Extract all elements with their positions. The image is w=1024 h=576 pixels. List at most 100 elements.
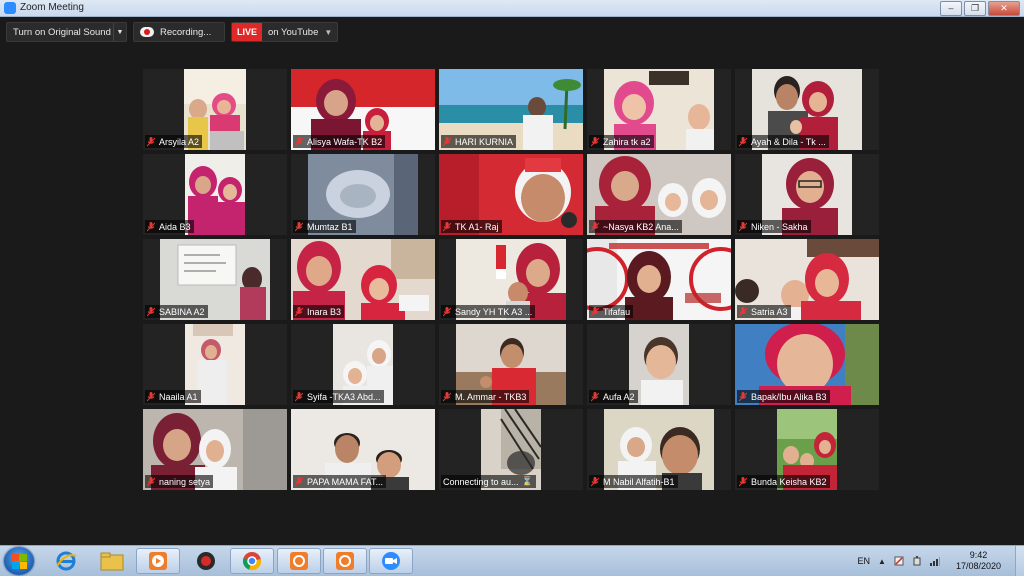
- participant-tile[interactable]: Aufa A2: [587, 324, 731, 405]
- participant-name: Arsyila A2: [159, 136, 200, 147]
- participant-tile[interactable]: Mumtaz B1: [291, 154, 435, 235]
- participant-name: Bapak/Ibu Alika B3: [751, 391, 827, 402]
- window-title: Zoom Meeting: [20, 2, 84, 13]
- loading-spinner-icon: ⌛: [521, 476, 533, 486]
- mic-muted-icon: [443, 306, 451, 316]
- language-indicator[interactable]: EN: [858, 556, 871, 566]
- meeting-topbar: Turn on Original Sound ▼ Recording... LI…: [6, 22, 339, 42]
- mic-muted-icon: [739, 391, 747, 401]
- participant-tile[interactable]: M. Ammar - TKB3: [439, 324, 583, 405]
- system-tray: EN ▲ 9:42 17/08/2020: [858, 546, 1024, 576]
- chrome-icon[interactable]: [230, 548, 274, 574]
- participant-nameplate: Inara B3: [293, 305, 345, 318]
- participant-tile[interactable]: Satria A3: [735, 239, 879, 320]
- participant-nameplate: Sandy YH TK A3 ...: [441, 305, 536, 318]
- participant-nameplate: Satria A3: [737, 305, 791, 318]
- participant-nameplate: M Nabil Alfatih-B1: [589, 475, 678, 488]
- participant-name: Mumtaz B1: [307, 221, 353, 232]
- action-center-icon[interactable]: [894, 556, 904, 566]
- participant-tile[interactable]: TK A1- Raj: [439, 154, 583, 235]
- participant-nameplate: Bunda Keisha KB2: [737, 475, 830, 488]
- recording-indicator[interactable]: Recording...: [133, 22, 225, 42]
- internet-explorer-icon[interactable]: [44, 548, 88, 574]
- participant-tile[interactable]: Bapak/Ibu Alika B3: [735, 324, 879, 405]
- participant-tile[interactable]: Arsyila A2: [143, 69, 287, 150]
- start-button[interactable]: [4, 547, 34, 575]
- participant-tile[interactable]: Alisya Wafa-TK B2: [291, 69, 435, 150]
- participant-tile[interactable]: M Nabil Alfatih-B1: [587, 409, 731, 490]
- participant-name: Aufa A2: [603, 391, 635, 402]
- camera-app-icon-2[interactable]: [323, 548, 367, 574]
- participant-tile[interactable]: naning setya: [143, 409, 287, 490]
- participant-nameplate: Arsyila A2: [145, 135, 203, 148]
- participant-tile[interactable]: Inara B3: [291, 239, 435, 320]
- participant-tile[interactable]: Naaila A1: [143, 324, 287, 405]
- mic-muted-icon: [739, 136, 747, 146]
- network-icon[interactable]: [929, 556, 940, 566]
- mic-muted-icon: [739, 476, 747, 486]
- participant-tile[interactable]: Zahira tk a2: [587, 69, 731, 150]
- participant-name: Alisya Wafa-TK B2: [307, 136, 383, 147]
- participant-tile[interactable]: ~Nasya KB2 Ana...: [587, 154, 731, 235]
- participant-tile[interactable]: Bunda Keisha KB2: [735, 409, 879, 490]
- window-titlebar: Zoom Meeting – ❐ ✕: [0, 0, 1024, 17]
- participant-nameplate: ~Nasya KB2 Ana...: [589, 220, 682, 233]
- participant-tile[interactable]: HARI KURNIA: [439, 69, 583, 150]
- show-desktop-button[interactable]: [1015, 546, 1024, 576]
- video-feed: [185, 154, 245, 235]
- close-button[interactable]: ✕: [988, 1, 1020, 16]
- system-clock[interactable]: 9:42 17/08/2020: [956, 550, 1001, 572]
- media-player-icon[interactable]: [136, 548, 180, 574]
- participant-name: Satria A3: [751, 306, 788, 317]
- mic-muted-icon: [739, 221, 747, 231]
- participant-name: Syifa -TKA3 Abd...: [307, 391, 381, 402]
- participant-tile[interactable]: Ayah & Dila - Tk ...: [735, 69, 879, 150]
- cloud-record-icon: [140, 27, 154, 37]
- clock-time: 9:42: [969, 550, 988, 560]
- file-explorer-icon[interactable]: [90, 548, 134, 574]
- participant-tile[interactable]: Aida B3: [143, 154, 287, 235]
- participant-tile[interactable]: Connecting to au... ⌛: [439, 409, 583, 490]
- mic-muted-icon: [147, 136, 155, 146]
- meeting-stage: Turn on Original Sound ▼ Recording... LI…: [0, 17, 1024, 545]
- mic-muted-icon: [739, 306, 747, 316]
- show-hidden-icons-icon[interactable]: ▲: [878, 557, 886, 566]
- mic-muted-icon: [147, 391, 155, 401]
- power-icon[interactable]: [912, 556, 922, 566]
- minimize-button[interactable]: –: [940, 1, 962, 16]
- participant-tile[interactable]: Sandy YH TK A3 ...: [439, 239, 583, 320]
- participant-nameplate: HARI KURNIA: [441, 135, 517, 148]
- zoom-taskbar-icon[interactable]: [369, 548, 413, 574]
- participant-tile[interactable]: Niken - Sakha: [735, 154, 879, 235]
- participant-tile[interactable]: SABINA A2: [143, 239, 287, 320]
- participant-name: Zahira tk a2: [603, 136, 651, 147]
- live-stream-button[interactable]: LIVE on YouTube ▼: [231, 22, 339, 42]
- mic-muted-icon: [591, 306, 599, 316]
- participant-tile[interactable]: Syifa -TKA3 Abd...: [291, 324, 435, 405]
- chevron-down-icon[interactable]: ▼: [113, 23, 126, 41]
- mic-muted-icon: [443, 221, 451, 231]
- participant-nameplate: Aufa A2: [589, 390, 638, 403]
- participant-tile[interactable]: PAPA MAMA FAT...: [291, 409, 435, 490]
- participant-nameplate: M. Ammar - TKB3: [441, 390, 530, 403]
- mic-muted-icon: [591, 476, 599, 486]
- recorder-app-icon[interactable]: [184, 548, 228, 574]
- participant-nameplate: Ayah & Dila - Tk ...: [737, 135, 829, 148]
- participant-name: Inara B3: [307, 306, 342, 317]
- chevron-down-icon: ▼: [324, 27, 333, 37]
- participant-name: M. Ammar - TKB3: [455, 391, 527, 402]
- participant-name: Tifafau: [603, 306, 631, 317]
- mic-muted-icon: [295, 391, 303, 401]
- participant-name: Aida B3: [159, 221, 191, 232]
- live-badge: LIVE: [232, 23, 262, 41]
- original-sound-label: Turn on Original Sound: [13, 26, 111, 38]
- participant-name: Bunda Keisha KB2: [751, 476, 827, 487]
- participant-name: Ayah & Dila - Tk ...: [751, 136, 826, 147]
- original-sound-button[interactable]: Turn on Original Sound ▼: [6, 22, 127, 42]
- participant-nameplate: Aida B3: [145, 220, 194, 233]
- window-controls: – ❐ ✕: [940, 1, 1020, 16]
- maximize-button[interactable]: ❐: [964, 1, 986, 16]
- participant-tile[interactable]: Tifafau: [587, 239, 731, 320]
- live-target-label: on YouTube: [268, 26, 319, 38]
- camera-app-icon[interactable]: [277, 548, 321, 574]
